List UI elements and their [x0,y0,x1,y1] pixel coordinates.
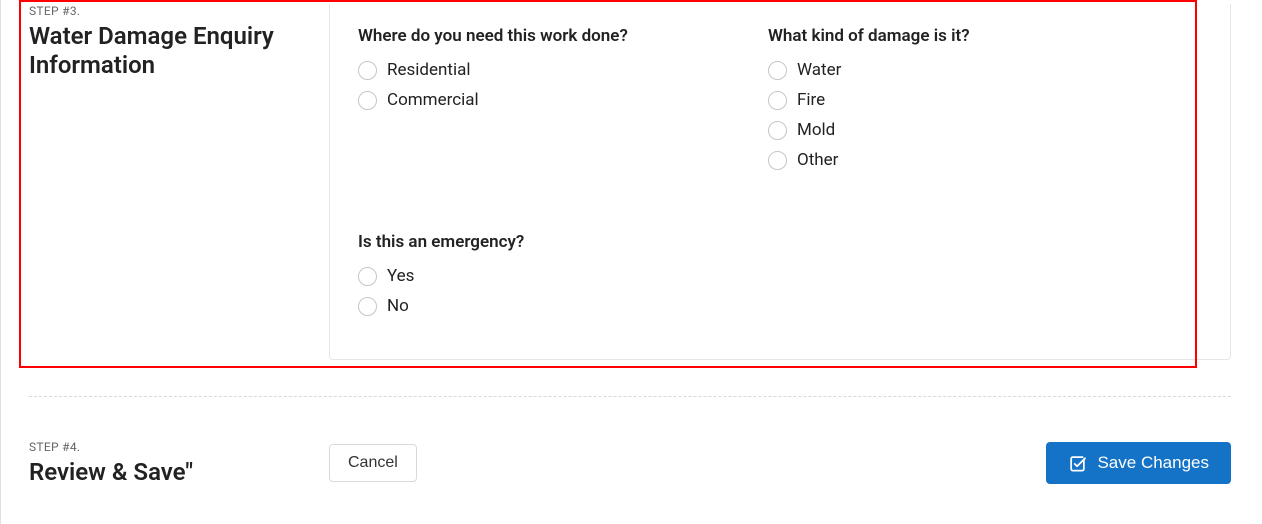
radio-icon [768,91,787,110]
radio-icon [358,91,377,110]
step3-form-panel: Where do you need this work done? Reside… [329,4,1231,360]
step4-number: STEP #4. [29,440,329,454]
radio-label: Water [797,60,841,80]
question-work-location: Where do you need this work done? [358,26,768,46]
step4-section: STEP #4. Review & Save" Cancel Save Chan… [29,440,1231,487]
radio-icon [768,61,787,80]
section-divider [29,396,1231,397]
radio-label: Fire [797,90,825,110]
radio-icon [768,151,787,170]
radio-label: Mold [797,120,835,140]
question-damage-kind: What kind of damage is it? [768,26,1202,46]
step4-actions: Cancel Save Changes [329,440,1231,484]
step4-title: Review & Save" [29,458,329,487]
radio-label: Commercial [387,90,479,110]
radio-option-other[interactable]: Other [768,150,1202,170]
radio-icon [358,267,377,286]
radio-label: Other [797,150,838,170]
step3-label-column: STEP #3. Water Damage Enquiry Informatio… [29,4,329,80]
radio-icon [768,121,787,140]
radio-label: Yes [387,266,414,286]
question-emergency: Is this an emergency? [358,232,1202,252]
step3-title: Water Damage Enquiry Information [29,22,329,80]
radio-option-residential[interactable]: Residential [358,60,768,80]
radio-icon [358,61,377,80]
radio-label: No [387,296,409,316]
cancel-button[interactable]: Cancel [329,444,417,482]
check-icon [1068,454,1087,473]
step3-section: STEP #3. Water Damage Enquiry Informatio… [29,0,1231,360]
radio-option-water[interactable]: Water [768,60,1202,80]
step3-number: STEP #3. [29,4,329,18]
save-changes-button[interactable]: Save Changes [1046,442,1231,484]
radio-option-fire[interactable]: Fire [768,90,1202,110]
radio-icon [358,297,377,316]
radio-option-yes[interactable]: Yes [358,266,1202,286]
radio-option-commercial[interactable]: Commercial [358,90,768,110]
radio-label: Residential [387,60,470,80]
save-button-label: Save Changes [1097,453,1209,473]
step4-label-column: STEP #4. Review & Save" [29,440,329,487]
radio-option-mold[interactable]: Mold [768,120,1202,140]
radio-option-no[interactable]: No [358,296,1202,316]
